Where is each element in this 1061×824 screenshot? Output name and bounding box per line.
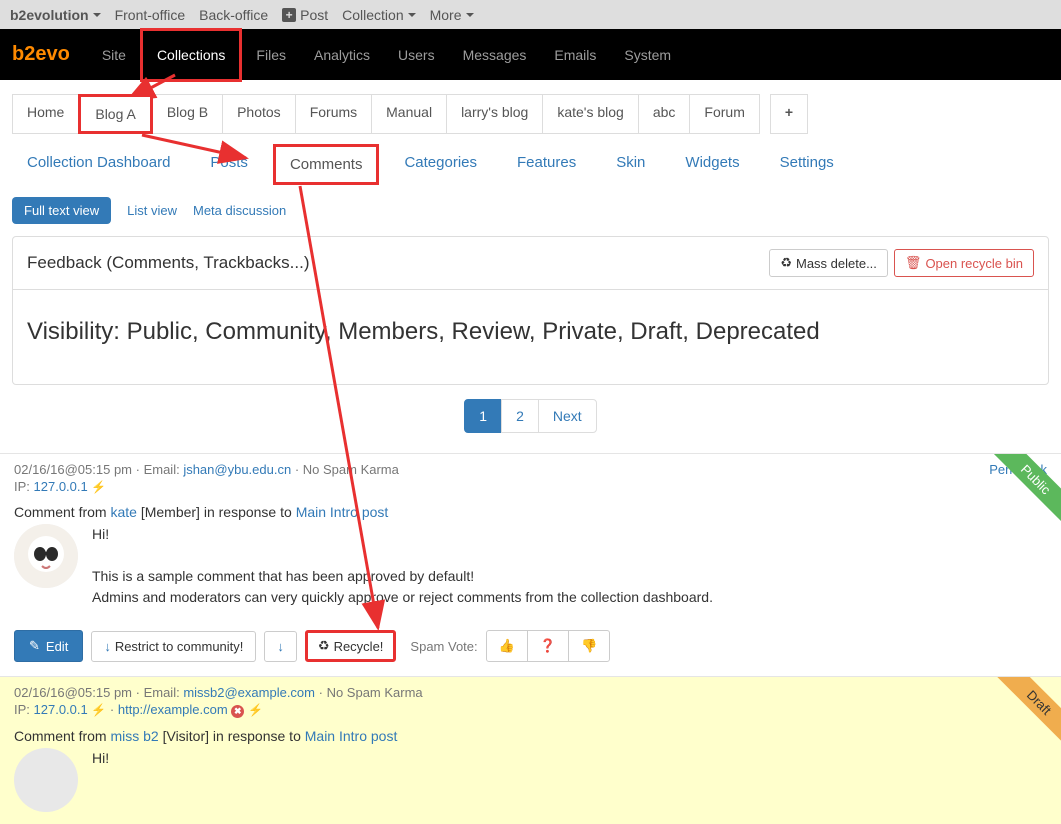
avatar[interactable]: [14, 748, 78, 812]
comment-from-line: Comment from miss b2 [Visitor] in respon…: [14, 728, 1047, 744]
view-list[interactable]: List view: [127, 203, 177, 218]
demote-button[interactable]: ↓: [264, 631, 297, 662]
subtab-widgets[interactable]: Widgets: [670, 144, 754, 185]
bolt-icon: ⚡: [91, 480, 106, 494]
nav-analytics[interactable]: Analytics: [300, 31, 384, 79]
subtab-features[interactable]: Features: [502, 144, 591, 185]
url-link[interactable]: http://example.com: [118, 702, 228, 717]
collection-tabs: Home Blog A Blog B Photos Forums Manual …: [0, 80, 1061, 134]
visibility-filter-text: Visibility: Public, Community, Members, …: [27, 318, 1034, 346]
evobar: b2evolution Front-office Back-office + P…: [0, 0, 1061, 29]
comment-meta: 02/16/16@05:15 pm · Email: jshan@ybu.edu…: [14, 462, 399, 477]
tab-kates-blog[interactable]: kate's blog: [542, 94, 639, 134]
trash-icon: 🗑: [905, 255, 922, 271]
subtab-posts[interactable]: Posts: [195, 144, 263, 185]
tab-manual[interactable]: Manual: [371, 94, 447, 134]
post-link[interactable]: Main Intro post: [305, 728, 398, 744]
comment-item: Public 02/16/16@05:15 pm · Email: jshan@…: [0, 453, 1061, 676]
subtab-skin[interactable]: Skin: [601, 144, 660, 185]
comment-actions: ✎Edit ↓Restrict to community! ↓ ♻ Recycl…: [0, 620, 1061, 676]
caret-icon: [93, 13, 101, 17]
comment-from-line: Comment from kate [Member] in response t…: [14, 504, 1047, 520]
caret-icon: [466, 13, 474, 17]
nav-collections[interactable]: Collections: [140, 28, 242, 82]
comment-email-link[interactable]: jshan@ybu.edu.cn: [183, 462, 291, 477]
comment-text: Hi!: [92, 748, 109, 812]
evobar-collection[interactable]: Collection: [342, 7, 415, 23]
evobar-front-office[interactable]: Front-office: [115, 7, 186, 23]
recycle-icon: ♻: [318, 638, 330, 654]
thumbs-up-icon: 👍: [499, 638, 515, 654]
nav-system[interactable]: System: [610, 31, 685, 79]
edit-button[interactable]: ✎Edit: [14, 630, 83, 662]
tab-home[interactable]: Home: [12, 94, 79, 134]
help-button[interactable]: ❓: [527, 630, 569, 662]
panel-title: Feedback (Comments, Trackbacks...): [27, 253, 309, 273]
evobar-back-office[interactable]: Back-office: [199, 7, 268, 23]
nav-messages[interactable]: Messages: [449, 31, 541, 79]
brand-logo[interactable]: b2evo: [12, 43, 70, 66]
page-next[interactable]: Next: [538, 399, 597, 433]
tab-blog-b[interactable]: Blog B: [152, 94, 223, 134]
mass-delete-button[interactable]: ♻Mass delete...: [769, 249, 888, 277]
view-full-text[interactable]: Full text view: [12, 197, 111, 224]
collection-subtabs: Collection Dashboard Posts Comments Cate…: [0, 134, 1061, 185]
restrict-button[interactable]: ↓Restrict to community!: [91, 631, 256, 662]
author-link[interactable]: miss b2: [110, 728, 158, 744]
arrow-down-icon: ↓: [277, 639, 284, 654]
tab-forums[interactable]: Forums: [295, 94, 372, 134]
plus-icon: +: [282, 8, 296, 22]
nav-emails[interactable]: Emails: [540, 31, 610, 79]
tab-photos[interactable]: Photos: [222, 94, 296, 134]
tab-add-collection[interactable]: +: [770, 94, 808, 134]
thumbs-down-icon: 👎: [581, 638, 597, 654]
evobar-more[interactable]: More: [430, 7, 474, 23]
comment-ip: IP: 127.0.0.1 ⚡: [0, 479, 1061, 500]
page-1[interactable]: 1: [464, 399, 502, 433]
tab-larrys-blog[interactable]: larry's blog: [446, 94, 543, 134]
thumbs-down-button[interactable]: 👎: [568, 630, 610, 662]
panel-header: Feedback (Comments, Trackbacks...) ♻Mass…: [13, 237, 1048, 290]
ban-icon[interactable]: ✖: [231, 705, 244, 718]
comment-text: Hi! This is a sample comment that has be…: [92, 524, 713, 608]
nav-files[interactable]: Files: [242, 31, 300, 79]
subtab-settings[interactable]: Settings: [765, 144, 849, 185]
nav-users[interactable]: Users: [384, 31, 449, 79]
author-link[interactable]: kate: [110, 504, 136, 520]
subtab-comments[interactable]: Comments: [273, 144, 380, 185]
comment-ip: IP: 127.0.0.1 ⚡ · http://example.com ✖ ⚡: [0, 702, 1061, 724]
view-meta[interactable]: Meta discussion: [193, 203, 286, 218]
tab-abc[interactable]: abc: [638, 94, 691, 134]
tab-blog-a[interactable]: Blog A: [78, 94, 152, 134]
feedback-panel: Feedback (Comments, Trackbacks...) ♻Mass…: [12, 236, 1049, 385]
comment-meta: 02/16/16@05:15 pm · Email: missb2@exampl…: [14, 685, 423, 700]
avatar[interactable]: [14, 524, 78, 588]
page-2[interactable]: 2: [501, 399, 539, 433]
spam-vote-label: Spam Vote:: [410, 639, 477, 654]
question-icon: ❓: [540, 638, 556, 654]
ip-link[interactable]: 127.0.0.1: [34, 702, 88, 717]
ip-link[interactable]: 127.0.0.1: [34, 479, 88, 494]
recycle-button[interactable]: ♻ Recycle!: [305, 630, 397, 662]
thumbs-up-button[interactable]: 👍: [486, 630, 528, 662]
comment-item: Draft 02/16/16@05:15 pm · Email: missb2@…: [0, 676, 1061, 824]
main-nav: b2evo Site Collections Files Analytics U…: [0, 29, 1061, 80]
arrow-down-icon: ↓: [104, 639, 111, 654]
pagination: 1 2 Next: [0, 399, 1061, 433]
bolt-icon: ⚡: [91, 703, 106, 717]
tab-forum[interactable]: Forum: [689, 94, 759, 134]
view-tabs: Full text view List view Meta discussion: [0, 185, 1061, 236]
evobar-brand[interactable]: b2evolution: [10, 7, 101, 23]
subtab-dashboard[interactable]: Collection Dashboard: [12, 144, 185, 185]
pencil-icon: ✎: [29, 638, 40, 654]
nav-site[interactable]: Site: [88, 31, 140, 79]
bolt-icon: ⚡: [248, 703, 263, 717]
recycle-icon: ♻: [780, 255, 792, 271]
evobar-post[interactable]: + Post: [282, 7, 328, 23]
caret-icon: [408, 13, 416, 17]
post-link[interactable]: Main Intro post: [296, 504, 389, 520]
subtab-categories[interactable]: Categories: [389, 144, 492, 185]
comment-email-link[interactable]: missb2@example.com: [183, 685, 315, 700]
open-recycle-bin-button[interactable]: 🗑Open recycle bin: [894, 249, 1034, 277]
